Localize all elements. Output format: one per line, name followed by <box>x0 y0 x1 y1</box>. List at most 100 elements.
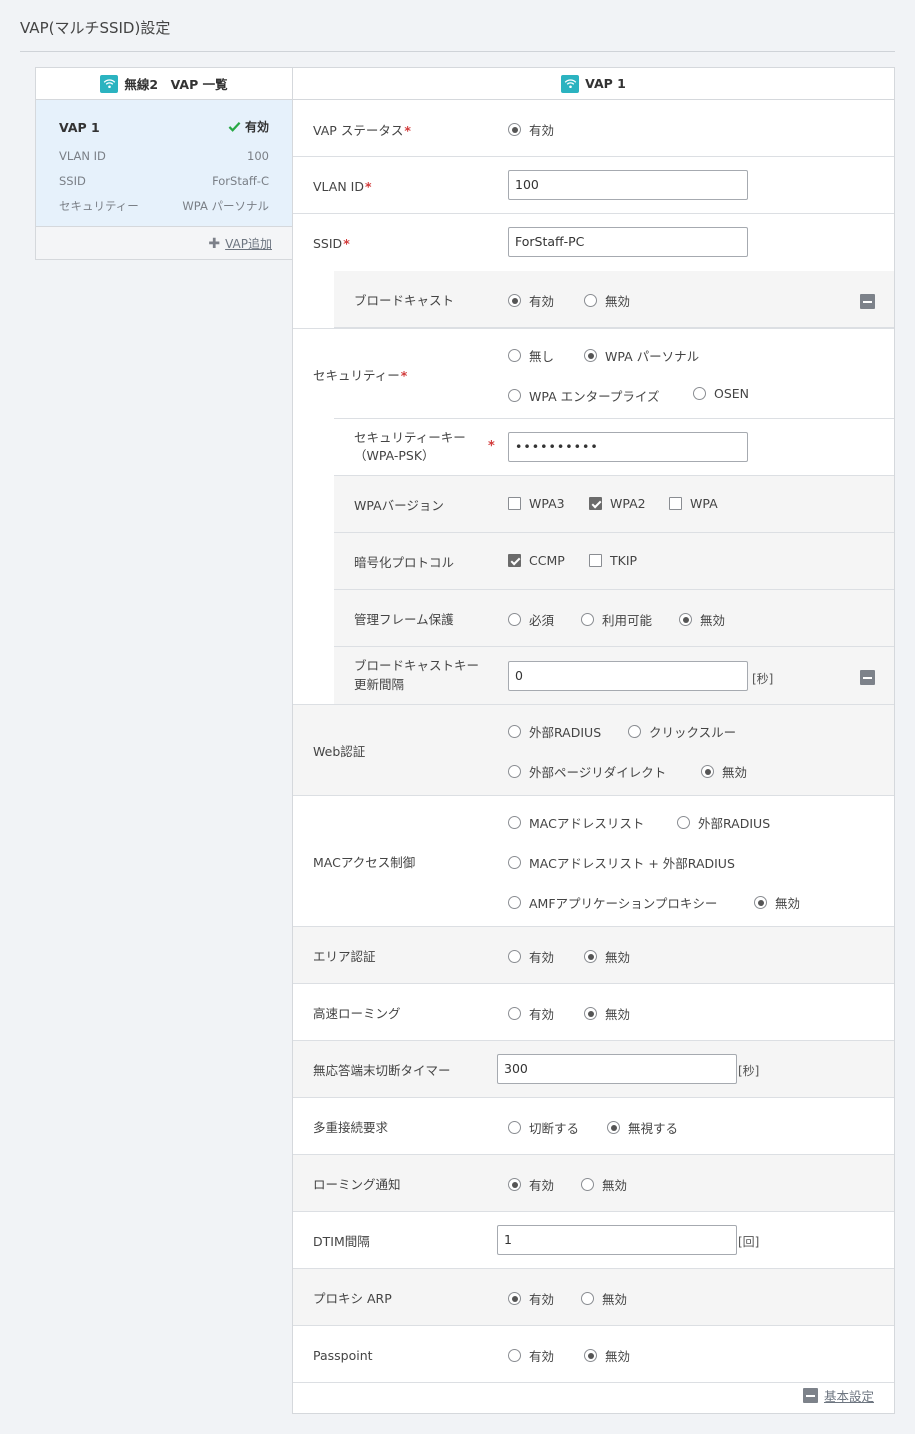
wifi-icon <box>100 74 119 93</box>
count-unit: [回] <box>738 1235 760 1249</box>
form-header: VAP 1 <box>293 68 894 100</box>
multi-conn-disconnect-radio[interactable]: 切断する <box>508 1118 579 1137</box>
tkip-checkbox[interactable]: TKIP <box>589 553 637 568</box>
web-auth-radius-radio[interactable]: 外部RADIUS <box>508 722 601 741</box>
security-enterprise-radio[interactable]: WPA エンタープライズ <box>508 386 660 405</box>
broadcast-on-radio[interactable]: 有効 <box>508 291 554 310</box>
fast-roaming-label: 高速ローミング <box>313 1006 401 1021</box>
dtim-input[interactable]: 1 <box>497 1225 737 1255</box>
security-key-label: セキュリティーキー （WPA-PSK） <box>354 430 466 463</box>
collapse-icon[interactable] <box>860 670 875 685</box>
vap-status-label: 有効 <box>244 120 269 134</box>
row-roaming-notice: ローミング通知 有効 無効 <box>293 1155 894 1212</box>
collapse-icon <box>802 1388 818 1403</box>
vlan-id-label: VLAN ID* <box>313 179 372 194</box>
wpa3-checkbox[interactable]: WPA3 <box>508 496 565 511</box>
row-mac-access: MACアクセス制御 MACアドレスリスト 外部RADIUS MACアドレスリスト… <box>293 796 894 927</box>
seconds-unit: [秒] <box>752 672 774 686</box>
mac-amf-radio[interactable]: AMFアプリケーションプロキシー <box>508 893 717 912</box>
mac-disabled-radio[interactable]: 無効 <box>754 893 800 912</box>
collapse-icon[interactable] <box>860 294 875 309</box>
row-multi-connection: 多重接続要求 切断する 無視する <box>293 1098 894 1155</box>
vap-field-ssid: SSID ForStaff-C <box>59 174 269 188</box>
basic-settings-link[interactable]: 基本設定 <box>802 1386 874 1405</box>
row-passpoint: Passpoint 有効 無効 <box>293 1326 894 1383</box>
idle-timer-input[interactable]: 300 <box>497 1054 737 1084</box>
broadcast-label: ブロードキャスト <box>354 293 455 308</box>
area-auth-label: エリア認証 <box>313 949 376 964</box>
web-auth-clickthrough-radio[interactable]: クリックスルー <box>628 722 736 741</box>
form-title: VAP 1 <box>585 76 626 91</box>
mac-radius-radio[interactable]: 外部RADIUS <box>677 813 770 832</box>
ccmp-checkbox[interactable]: CCMP <box>508 553 565 568</box>
vap-card[interactable]: VAP 1 有効 VLAN ID 100 SSID ForStaff-C セキュリテ… <box>36 100 292 227</box>
mac-list-radio[interactable]: MACアドレスリスト <box>508 813 644 832</box>
seconds-unit: [秒] <box>738 1064 760 1078</box>
passpoint-off-radio[interactable]: 無効 <box>584 1346 630 1365</box>
security-label: セキュリティー* <box>313 368 408 383</box>
wpa2-checkbox[interactable]: WPA2 <box>589 496 646 511</box>
mac-access-label: MACアクセス制御 <box>313 855 416 870</box>
wifi-icon <box>561 74 580 93</box>
proxy-arp-on-radio[interactable]: 有効 <box>508 1289 554 1308</box>
row-web-auth: Web認証 外部RADIUS クリックスルー 外部ページリダイレクト 無効 <box>293 705 894 796</box>
proxy-arp-label: プロキシ ARP <box>313 1291 392 1306</box>
broadcast-key-interval-input[interactable]: 0 <box>508 661 748 691</box>
web-auth-label: Web認証 <box>313 744 366 759</box>
web-auth-disabled-radio[interactable]: 無効 <box>701 762 747 781</box>
roaming-notice-label: ローミング通知 <box>313 1177 401 1192</box>
check-icon <box>228 122 241 132</box>
dtim-label: DTIM間隔 <box>313 1234 370 1249</box>
mac-list-radius-radio[interactable]: MACアドレスリスト + 外部RADIUS <box>508 853 735 872</box>
pmf-label: 管理フレーム保護 <box>354 612 454 627</box>
pmf-required-radio[interactable]: 必須 <box>508 610 554 629</box>
vap-field-security: セキュリティー WPA パーソナル <box>59 199 269 213</box>
add-vap-button[interactable]: ✚ VAP追加 <box>208 235 272 252</box>
area-auth-off-radio[interactable]: 無効 <box>584 947 630 966</box>
ssid-label: SSID* <box>313 236 350 251</box>
title-divider <box>20 51 895 52</box>
page-title: VAP(マルチSSID)設定 <box>20 19 171 37</box>
multi-conn-label: 多重接続要求 <box>313 1120 389 1135</box>
row-broadcast: ブロードキャスト 有効 無効 <box>334 271 894 328</box>
passpoint-on-radio[interactable]: 有効 <box>508 1346 554 1365</box>
row-vlan-id: VLAN ID* 100 <box>293 157 894 214</box>
pmf-capable-radio[interactable]: 利用可能 <box>581 610 652 629</box>
security-personal-radio[interactable]: WPA パーソナル <box>584 346 699 365</box>
web-auth-redirect-radio[interactable]: 外部ページリダイレクト <box>508 762 666 781</box>
row-pmf: 管理フレーム保護 必須 利用可能 無効 <box>334 590 894 647</box>
security-key-input[interactable]: •••••••••• <box>508 432 748 462</box>
roaming-notice-on-radio[interactable]: 有効 <box>508 1175 554 1194</box>
fast-roaming-on-radio[interactable]: 有効 <box>508 1004 554 1023</box>
row-broadcast-key-interval: ブロードキャストキー 更新間隔 0 [秒] <box>334 647 894 704</box>
fast-roaming-off-radio[interactable]: 無効 <box>584 1004 630 1023</box>
multi-conn-ignore-radio[interactable]: 無視する <box>607 1118 678 1137</box>
pmf-disabled-radio[interactable]: 無効 <box>679 610 725 629</box>
vap-field-vlan: VLAN ID 100 <box>59 149 269 163</box>
required-mark: * <box>488 439 495 454</box>
encryption-label: 暗号化プロトコル <box>354 555 455 570</box>
ssid-input[interactable]: ForStaff-PC <box>508 227 748 257</box>
idle-timer-label: 無応答端末切断タイマー <box>313 1063 451 1078</box>
proxy-arp-off-radio[interactable]: 無効 <box>581 1289 627 1308</box>
broadcast-off-radio[interactable]: 無効 <box>584 291 630 310</box>
row-area-auth: エリア認証 有効 無効 <box>293 927 894 984</box>
add-vap-label: VAP追加 <box>225 237 272 251</box>
roaming-notice-off-radio[interactable]: 無効 <box>581 1175 627 1194</box>
vap-status-enabled-radio[interactable]: 有効 <box>508 120 554 139</box>
row-security-key: セキュリティーキー （WPA-PSK） * •••••••••• <box>334 419 894 476</box>
row-vap-status: VAP ステータス* 有効 <box>293 100 894 157</box>
wpa-version-label: WPAバージョン <box>354 498 444 513</box>
vlan-id-input[interactable]: 100 <box>508 170 748 200</box>
broadcast-key-label: ブロードキャストキー 更新間隔 <box>354 658 480 692</box>
vap-settings-form: VAP 1 VAP ステータス* 有効 VLAN ID* 100 SSID* F… <box>292 67 895 1414</box>
basic-settings-label: 基本設定 <box>823 1389 874 1404</box>
row-ssid: SSID* ForStaff-PC <box>293 214 894 271</box>
area-auth-on-radio[interactable]: 有効 <box>508 947 554 966</box>
wpa-checkbox[interactable]: WPA <box>669 496 718 511</box>
plus-icon: ✚ <box>208 235 221 252</box>
row-security: セキュリティー* 無し WPA パーソナル WPA エンタープライズ OSEN <box>293 329 894 420</box>
vap-status: 有効 <box>228 118 269 135</box>
security-none-radio[interactable]: 無し <box>508 346 554 365</box>
security-osen-radio[interactable]: OSEN <box>693 386 749 401</box>
